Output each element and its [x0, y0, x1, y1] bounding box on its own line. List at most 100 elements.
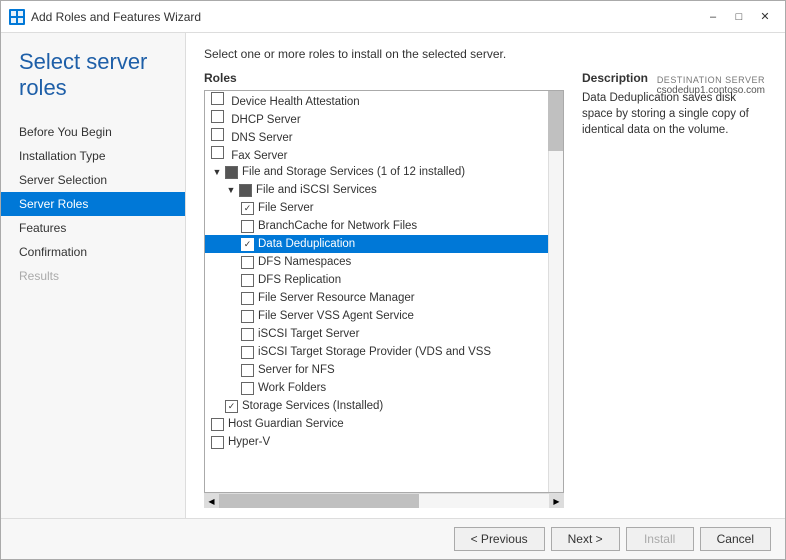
vertical-scrollbar[interactable] [548, 91, 563, 492]
server-info: DESTINATION SERVER csodedup1.contoso.com [657, 75, 765, 96]
role-label: File and iSCSI Services [256, 184, 377, 196]
checkbox-hyper-v[interactable] [211, 436, 224, 449]
main-content: Select one or more roles to install on t… [186, 33, 785, 518]
checkbox-iscsi-target[interactable] [241, 328, 254, 341]
sidebar-item-installation-type[interactable]: Installation Type [1, 144, 185, 168]
checkbox-dfs-rep[interactable] [241, 274, 254, 287]
server-hostname: csodedup1.contoso.com [657, 85, 765, 96]
role-label: File and Storage Services (1 of 12 insta… [242, 166, 465, 178]
list-item[interactable]: DFS Namespaces [205, 253, 548, 271]
list-item[interactable]: BranchCache for Network Files [205, 217, 548, 235]
checkbox-dhcp[interactable] [211, 110, 224, 123]
list-item[interactable]: Fax Server [205, 145, 548, 163]
collapse-icon[interactable]: ▼ [211, 166, 223, 178]
role-label: BranchCache for Network Files [258, 220, 417, 232]
server-info-label: DESTINATION SERVER [657, 75, 765, 85]
footer: < Previous Next > Install Cancel [1, 518, 785, 559]
role-label: Work Folders [258, 382, 326, 394]
role-label: DFS Namespaces [258, 256, 351, 268]
role-label: Server for NFS [258, 364, 335, 376]
list-item[interactable]: Storage Services (Installed) [205, 397, 548, 415]
horizontal-scrollbar[interactable]: ◀ ▶ [204, 493, 564, 508]
role-label: DFS Replication [258, 274, 341, 286]
app-icon [9, 9, 25, 25]
list-item[interactable]: iSCSI Target Server [205, 325, 548, 343]
checkbox-file-iscsi[interactable] [239, 184, 252, 197]
two-column-layout: Roles Device Health Attestation [204, 71, 767, 508]
cancel-button[interactable]: Cancel [700, 527, 771, 551]
sidebar-nav: Before You Begin Installation Type Serve… [1, 120, 185, 288]
list-item[interactable]: DNS Server [205, 127, 548, 145]
scroll-left-btn[interactable]: ◀ [204, 494, 219, 509]
checkbox-fax[interactable] [211, 146, 224, 159]
checkbox-dfs-ns[interactable] [241, 256, 254, 269]
list-item[interactable]: iSCSI Target Storage Provider (VDS and V… [205, 343, 548, 361]
checkbox-work-folders[interactable] [241, 382, 254, 395]
checkbox-fsrm[interactable] [241, 292, 254, 305]
list-item[interactable]: Data Deduplication [205, 235, 548, 253]
roles-list-container[interactable]: Device Health Attestation DHCP Server [204, 90, 564, 493]
page-title: Select server roles [19, 49, 167, 102]
list-item[interactable]: ▼ File and iSCSI Services [205, 181, 548, 199]
checkbox-file-server[interactable] [241, 202, 254, 215]
checkbox-storage-svc[interactable] [225, 400, 238, 413]
list-item[interactable]: Work Folders [205, 379, 548, 397]
role-label: Fax Server [231, 150, 287, 162]
role-label: DNS Server [231, 132, 292, 144]
roles-list: Device Health Attestation DHCP Server [205, 91, 563, 451]
sidebar-item-features[interactable]: Features [1, 216, 185, 240]
install-button[interactable]: Install [626, 527, 694, 551]
scroll-right-btn[interactable]: ▶ [549, 494, 564, 509]
sidebar-item-confirmation[interactable]: Confirmation [1, 240, 185, 264]
role-label: File Server Resource Manager [258, 292, 415, 304]
close-button[interactable]: ✕ [753, 7, 777, 27]
previous-button[interactable]: < Previous [454, 527, 545, 551]
sidebar-item-server-selection[interactable]: Server Selection [1, 168, 185, 192]
sidebar-item-server-roles[interactable]: Server Roles [1, 192, 185, 216]
horiz-scroll-thumb[interactable] [219, 494, 419, 508]
checkbox-dns[interactable] [211, 128, 224, 141]
window-title: Add Roles and Features Wizard [31, 10, 201, 24]
checkbox-vss[interactable] [241, 310, 254, 323]
sidebar: Select server roles Before You Begin Ins… [1, 33, 186, 518]
role-label: iSCSI Target Storage Provider (VDS and V… [258, 346, 491, 358]
scroll-thumb[interactable] [548, 91, 563, 151]
role-label: Device Health Attestation [231, 96, 360, 108]
role-label: Hyper-V [228, 436, 270, 448]
list-item[interactable]: Hyper-V [205, 433, 548, 451]
list-item[interactable]: DHCP Server [205, 109, 548, 127]
checkbox-iscsi-storage[interactable] [241, 346, 254, 359]
list-item[interactable]: Host Guardian Service [205, 415, 548, 433]
next-button[interactable]: Next > [551, 527, 620, 551]
checkbox-data-dedup[interactable] [241, 238, 254, 251]
role-label: Data Deduplication [258, 238, 355, 250]
list-item[interactable]: File Server [205, 199, 548, 217]
checkbox-host-guardian[interactable] [211, 418, 224, 431]
description-text: Data Deduplication saves disk space by s… [582, 90, 767, 138]
checkbox-nfs[interactable] [241, 364, 254, 377]
role-label: Host Guardian Service [228, 418, 344, 430]
checkbox-file-storage[interactable] [225, 166, 238, 179]
content-area: DESTINATION SERVER csodedup1.contoso.com… [1, 33, 785, 518]
role-label: Storage Services (Installed) [242, 400, 383, 412]
list-item[interactable]: Server for NFS [205, 361, 548, 379]
maximize-button[interactable]: □ [727, 7, 751, 27]
scroll-track [219, 494, 549, 508]
checkbox-branchcache[interactable] [241, 220, 254, 233]
list-item[interactable]: DFS Replication [205, 271, 548, 289]
role-label: File Server VSS Agent Service [258, 310, 414, 322]
list-item[interactable]: File Server Resource Manager [205, 289, 548, 307]
role-label: DHCP Server [231, 114, 300, 126]
list-item[interactable]: ▼ File and Storage Services (1 of 12 ins… [205, 163, 548, 181]
instruction-text: Select one or more roles to install on t… [204, 47, 767, 61]
description-panel: Description Data Deduplication saves dis… [582, 71, 767, 508]
sidebar-item-results: Results [1, 264, 185, 288]
minimize-button[interactable]: – [701, 7, 725, 27]
collapse-icon-iscsi[interactable]: ▼ [225, 184, 237, 196]
main-window: Add Roles and Features Wizard – □ ✕ DEST… [0, 0, 786, 560]
checkbox-device-health[interactable] [211, 92, 224, 105]
list-item[interactable]: Device Health Attestation [205, 91, 548, 109]
title-bar: Add Roles and Features Wizard – □ ✕ [1, 1, 785, 33]
list-item[interactable]: File Server VSS Agent Service [205, 307, 548, 325]
sidebar-item-before-you-begin[interactable]: Before You Begin [1, 120, 185, 144]
